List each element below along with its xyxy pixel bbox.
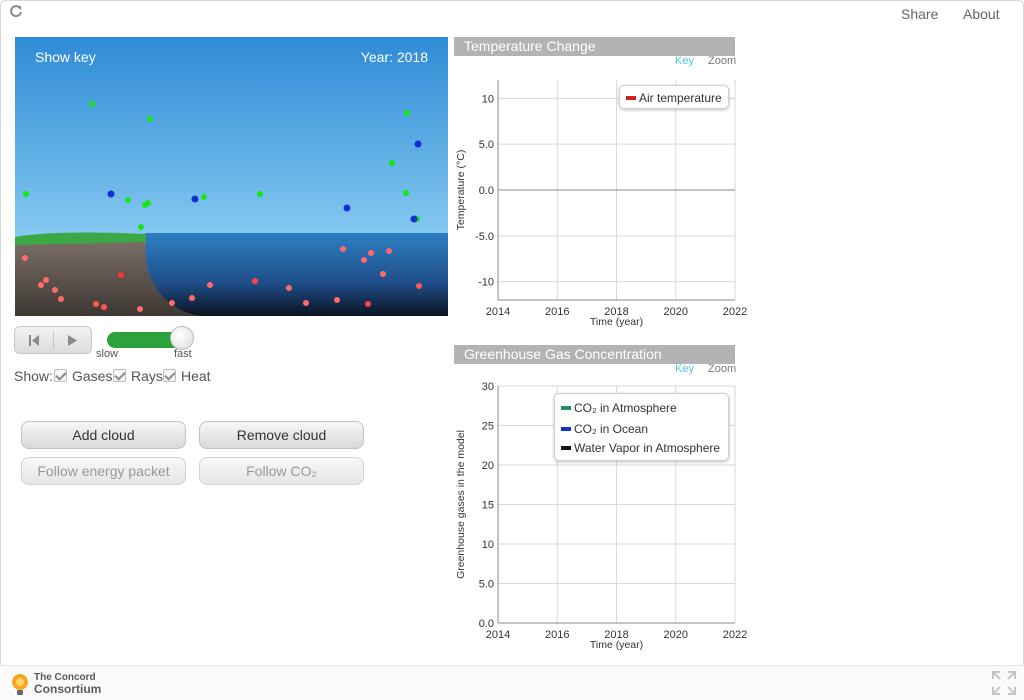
simulation-scene — [15, 37, 448, 316]
rays-checkbox[interactable] — [113, 369, 126, 382]
y-axis-label: Greenhouse gases in the model — [455, 430, 467, 579]
x-tick-label: 2020 — [664, 306, 688, 318]
y-tick-label: 0.0 — [479, 618, 494, 630]
legend: Air temperature — [619, 85, 729, 109]
share-link[interactable]: Share — [901, 6, 938, 22]
legend-swatch — [626, 96, 636, 100]
x-tick-label: 2014 — [486, 306, 510, 318]
gases-checkbox[interactable] — [54, 369, 67, 382]
about-link[interactable]: About — [963, 6, 1000, 22]
gases-label[interactable]: Gases — [72, 368, 112, 384]
logo-line2: Consortium — [34, 682, 102, 696]
add-cloud-button[interactable]: Add cloud — [21, 421, 186, 449]
y-tick-label: 10 — [482, 93, 494, 105]
y-tick-label: -5.0 — [475, 231, 494, 243]
legend-swatch — [561, 427, 571, 431]
footer: The Concord Consortium — [0, 665, 1024, 700]
concord-consortium-logo[interactable]: The Concord Consortium — [10, 671, 105, 697]
x-tick-label: 2016 — [545, 306, 569, 318]
legend-swatch — [561, 446, 571, 450]
temperature-plot[interactable]: 2014 2016 2018 2020 2022105.00.0-5.0-10Time … — [454, 37, 754, 337]
year-display: Year: 2018 — [360, 49, 428, 65]
speed-slow-label: slow — [96, 348, 119, 360]
follow-energy-packet-button[interactable]: Follow energy packet — [21, 457, 186, 485]
x-tick-label: 2020 — [664, 629, 688, 641]
follow-co2-button[interactable]: Follow CO₂ — [199, 457, 364, 485]
greenhouse-gas-plot[interactable]: 2014 2016 2018 2020 202230252015105.00.0Time… — [454, 345, 754, 655]
skip-back-icon — [29, 335, 39, 346]
y-tick-label: 10 — [482, 539, 494, 551]
speed-fast-label: fast — [174, 348, 192, 360]
y-axis-label: Temperature (°C) — [455, 150, 467, 231]
legend-label: Air temperature — [639, 91, 722, 105]
remove-cloud-button[interactable]: Remove cloud — [199, 421, 364, 449]
y-tick-label: 20 — [482, 460, 494, 472]
y-tick-label: 25 — [482, 421, 494, 433]
legend-label: Water Vapor in Atmosphere — [574, 441, 721, 455]
greenhouse-simulation-view[interactable]: Show key Year: 2018 — [15, 37, 448, 316]
reload-icon[interactable] — [9, 4, 23, 18]
show-key-button[interactable]: Show key — [35, 49, 96, 65]
x-tick-label: 2022 — [723, 629, 747, 641]
x-axis-label: Time (year) — [590, 639, 643, 651]
y-tick-label: 5.0 — [479, 139, 494, 151]
x-tick-label: 2014 — [486, 629, 510, 641]
logo-text: The Concord Consortium — [34, 673, 102, 696]
temperature-change-graph: Temperature Change Key Zoom 2014 2016 2018… — [454, 37, 754, 337]
speed-slider-handle[interactable] — [170, 326, 194, 350]
y-tick-label: 0.0 — [479, 185, 494, 197]
legend: CO₂ in Atmosphere CO₂ in Ocean Water Vap… — [554, 393, 729, 461]
x-axis-label: Time (year) — [590, 316, 643, 328]
playback-button-group — [14, 326, 92, 354]
top-bar: Share About — [0, 0, 1024, 28]
y-tick-label: 5.0 — [479, 579, 494, 591]
heat-checkbox[interactable] — [163, 369, 176, 382]
reset-button[interactable] — [15, 327, 53, 353]
lightbulb-icon — [12, 674, 28, 695]
legend-label: CO₂ in Atmosphere — [574, 401, 677, 415]
y-tick-label: 30 — [482, 381, 494, 393]
play-icon — [68, 335, 77, 346]
y-tick-label: -10 — [478, 277, 494, 289]
ocean — [145, 233, 448, 316]
heat-label[interactable]: Heat — [181, 368, 211, 384]
legend-label: CO₂ in Ocean — [574, 422, 649, 436]
play-button[interactable] — [54, 327, 92, 353]
legend-swatch — [561, 406, 571, 410]
greenhouse-gas-graph: Greenhouse Gas Concentration Key Zoom 20… — [454, 345, 754, 655]
x-tick-label: 2022 — [723, 306, 747, 318]
y-tick-label: 15 — [482, 500, 494, 512]
rays-label[interactable]: Rays — [131, 368, 163, 384]
fullscreen-icon[interactable] — [990, 669, 1018, 697]
x-tick-label: 2016 — [545, 629, 569, 641]
show-label: Show: — [14, 368, 53, 384]
